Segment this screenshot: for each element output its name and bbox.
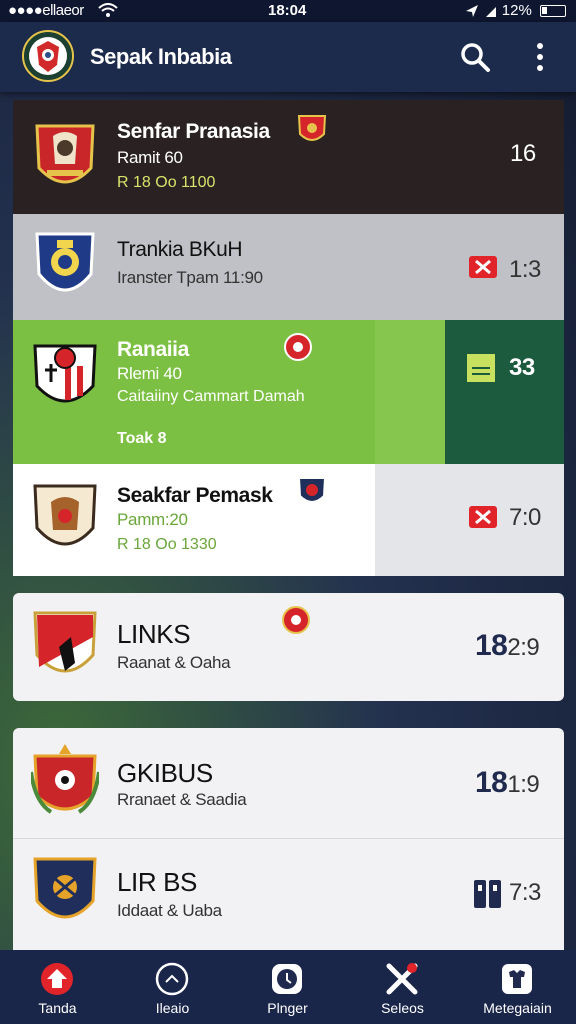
team-name: Seakfar Pemask [117, 484, 273, 507]
team-name: Senfar Pranasia [117, 120, 270, 143]
score-highlight: 18 [475, 629, 508, 662]
match-info: Rlemi 40 [117, 364, 182, 383]
clock-icon [272, 964, 302, 994]
nav-label: Metegaiain [483, 1000, 552, 1016]
crossed-tools-icon [386, 963, 418, 995]
team-crest-icon [35, 124, 95, 184]
team-name: GKIBUS [117, 758, 213, 788]
red-card-icon [469, 506, 497, 528]
match-row[interactable]: LINKS Raanat & Oaha 182:9 [13, 593, 564, 701]
signal-icon [485, 7, 496, 18]
match-info: Iranster Tpam 11:90 [117, 268, 263, 287]
team-crest-icon [33, 344, 97, 403]
battery-status: 12% [465, 2, 566, 19]
score-highlight: 18 [475, 766, 508, 799]
app-title: Sepak Inbabia [90, 44, 232, 69]
clock: 18:04 [268, 2, 307, 19]
location-icon [466, 5, 479, 18]
team-name: LINKS [117, 619, 191, 649]
shirt-icon [502, 964, 532, 994]
match-score: 181:9 [475, 766, 540, 800]
team-crest-icon [33, 484, 97, 546]
match-time: R 18 Oo 1330 [117, 536, 217, 553]
red-card-icon [469, 256, 497, 278]
battery-percent: 12% [501, 2, 532, 19]
app-logo-icon [22, 30, 74, 82]
score-value: 1:9 [507, 771, 540, 798]
app-bar: Sepak Inbabia [0, 22, 576, 92]
match-info: Raanat & Oaha [117, 653, 231, 672]
match-row[interactable]: Seakfar Pemask Pamm:20 R 18 Oo 1330 7:0 [13, 464, 564, 576]
match-info: Iddaat & Uaba [117, 901, 222, 920]
team-name: LIR BS [117, 867, 197, 897]
team-name: Ranaiia [117, 338, 189, 361]
match-detail: Caitaiiny Cammart Damah [117, 388, 305, 405]
club-badge-icon [284, 333, 312, 361]
carrier-signal: ●●●●ellaeor [8, 2, 84, 19]
video-icon [155, 962, 189, 996]
nav-label: Tanda [38, 1000, 77, 1016]
search-icon[interactable] [458, 40, 492, 74]
match-info: Pamm:20 [117, 510, 188, 529]
nav-item-home[interactable]: Tanda [0, 950, 115, 1024]
row-highlight [375, 320, 445, 464]
match-score: 7:0 [509, 504, 541, 531]
match-info: Rranaet & Saadia [117, 790, 247, 809]
team-crest-icon [33, 611, 97, 673]
more-options-icon[interactable] [528, 40, 552, 74]
match-time: R 18 Oo 1100 [117, 174, 216, 191]
match-score: 33 [509, 354, 535, 381]
match-row[interactable]: GKIBUS Rranaet & Saadia 181:9 [13, 728, 564, 838]
match-row[interactable]: Trankia BKuH Iranster Tpam 11:90 1:3 [13, 214, 564, 320]
bottom-nav: Tanda Ileaio Plnger Seleos Metegaiain [0, 950, 576, 1024]
match-score: 1:3 [509, 256, 541, 283]
club-badge-icon [297, 477, 327, 503]
nav-item-players[interactable]: Plnger [230, 950, 345, 1024]
match-extra: Toak 8 [117, 430, 167, 447]
status-bar: ●●●●ellaeor 18:04 12% [0, 0, 576, 22]
match-score: 7:3 [509, 879, 541, 906]
battery-icon [540, 5, 566, 18]
stats-icon [474, 880, 501, 908]
home-icon [41, 963, 73, 995]
match-score: 16 [510, 140, 536, 167]
match-row-active[interactable]: Ranaiia Rlemi 40 Caitaiiny Cammart Damah… [13, 320, 564, 464]
nav-item-scores[interactable]: Seleos [345, 950, 460, 1024]
nav-label: Ileaio [155, 1000, 190, 1016]
nav-label: Seleos [381, 1000, 424, 1016]
team-name: Trankia BKuH [117, 238, 243, 261]
nav-item-more[interactable]: Metegaiain [460, 950, 575, 1024]
club-badge-icon [297, 115, 327, 141]
nav-label: Plnger [267, 1000, 308, 1016]
stats-icon [467, 354, 495, 382]
team-crest-icon [31, 744, 99, 814]
score-value: 2:9 [507, 634, 540, 661]
wifi-icon [98, 3, 118, 17]
team-crest-icon [35, 232, 95, 292]
team-crest-icon [33, 857, 97, 919]
score-panel [445, 320, 564, 464]
match-info: Ramit 60 [117, 148, 183, 167]
match-row[interactable]: LIR BS Iddaat & Uaba 7:3 [13, 838, 564, 950]
match-score: 182:9 [475, 629, 540, 663]
club-badge-icon [282, 606, 310, 634]
match-row[interactable]: Senfar Pranasia Ramit 60 R 18 Oo 1100 16 [13, 100, 564, 214]
nav-item-video[interactable]: Ileaio [115, 950, 230, 1024]
